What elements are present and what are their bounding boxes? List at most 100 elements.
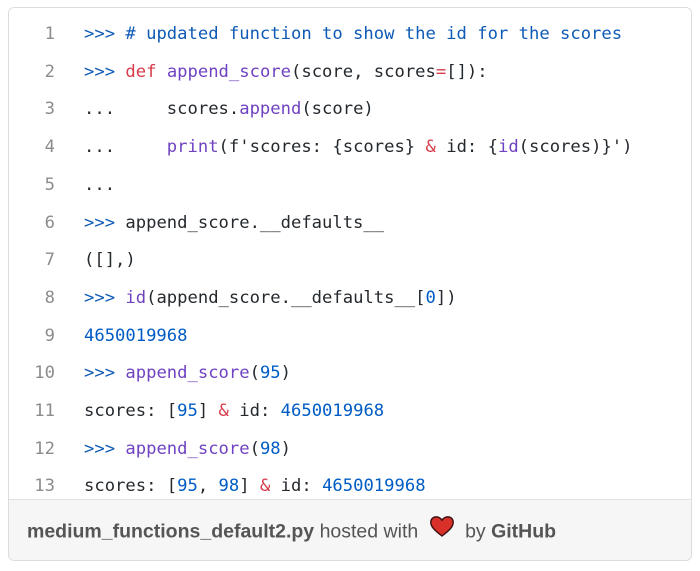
line-number: 9 [44,325,55,346]
line-number: 3 [44,99,55,120]
code-token: >>> [84,24,126,44]
code-token: (scores)}') [518,137,633,158]
heart-icon [429,500,454,560]
line-code: ... print(f'scores: {scores} & id: {id(s… [84,129,633,167]
code-line: 1 >>> # updated function to show the id f… [9,16,691,54]
code-token: 4650019968 [280,401,385,421]
code-token: print [166,137,219,158]
line-code: >>> # updated function to show the id fo… [84,16,622,54]
code-token: (f'scores: {scores} [218,137,426,158]
line-code: 4650019968 [84,318,187,356]
line-code: >>> id(append_score.__defaults__[0]) [84,280,457,318]
code-line: 3... scores.append(score) [9,91,691,129]
code-token: append_score [125,363,250,384]
code-token: def [125,61,157,82]
line-number: 6 [44,212,55,233]
code-line: 2 >>> def append_score(score, scores=[]): [9,54,691,92]
gist-embed: 1 >>> # updated function to show the id f… [8,7,692,561]
code-line: 5... [9,167,691,205]
code-token: >>> [84,212,126,233]
line-code: scores: [95] & id: 4650019968 [84,393,384,431]
code-token: id: [270,476,323,497]
code-token: id [497,137,519,158]
line-code: >>> append_score(98) [84,431,291,469]
code-token: >>> [84,61,126,82]
code-token: scores: [ [84,401,178,421]
gist-footer: medium_functions_default2.py hosted with… [9,499,691,560]
code-token: 95 [177,476,198,497]
code-token: ] [239,476,260,497]
line-number: 12 [34,438,55,459]
code-token: ... [84,174,116,195]
gist-meta: medium_functions_default2.py hosted with… [27,500,556,560]
code-line: 6 >>> append_score.__defaults__ [9,205,691,243]
code-token: append_score.__defaults__ [125,212,385,233]
code-token: (score) [301,99,374,120]
code-token: ) [280,363,292,384]
by-text: by [465,520,486,543]
line-number: 1 [44,24,55,44]
code-token: >>> [84,438,126,459]
code-token: ] [197,401,219,421]
code-token: append_score [125,438,250,459]
line-number: 8 [44,287,55,308]
code-block: 1 >>> # updated function to show the id f… [9,8,691,499]
line-code: ... [84,167,115,205]
code-token: ( [249,363,260,384]
line-code: >>> def append_score(score, scores=[]): [84,54,488,92]
code-token: 95 [259,363,281,384]
code-line: 10 >>> append_score(95) [9,355,691,393]
code-line: 11 scores: [95] & id: 4650019968 [9,393,691,431]
code-token: ([],) [84,250,136,271]
code-token: ... [84,137,167,158]
code-token: & [425,137,436,158]
code-token: 98 [259,438,281,459]
code-token: scores: [ [84,476,178,497]
line-number: 7 [44,250,55,271]
code-token: 95 [177,401,198,421]
code-token: append [239,99,302,120]
line-number: 2 [44,61,55,82]
code-token: (score, scores [291,61,436,82]
heart-icon-svg [429,516,454,537]
code-token: id: [228,401,281,421]
line-number: 5 [44,174,55,195]
code-token: # updated function to show the id for th… [125,24,623,44]
code-line: 9 4650019968 [9,318,691,356]
line-code: >>> append_score.__defaults__ [84,205,384,243]
code-token: & [218,401,229,421]
code-token: 98 [218,476,240,497]
code-token: (append_score.__defaults__[ [146,287,426,308]
code-line: 8 >>> id(append_score.__defaults__[0]) [9,280,691,318]
code-line: 12 >>> append_score(98) [9,431,691,469]
line-code: ([],) [84,242,136,280]
line-number: 4 [44,137,55,158]
code-token: ... [84,99,167,120]
code-token: 4650019968 [322,476,426,497]
code-token: id: { [435,137,498,158]
code-line: 7 ([],) [9,242,691,280]
code-token: scores. [166,99,240,120]
line-number: 11 [34,401,55,421]
code-line: 4... print(f'scores: {scores} & id: {id(… [9,129,691,167]
line-code: >>> append_score(95) [84,355,291,393]
line-number: 10 [34,363,55,384]
code-token: append_score [166,61,291,82]
code-token: id [125,287,147,308]
hosted-with-text: hosted with [319,520,419,543]
code-token: >>> [84,287,126,308]
code-token: ( [249,438,260,459]
line-code: ... scores.append(score) [84,91,374,129]
code-token: ]) [435,287,457,308]
code-token: & [259,476,271,497]
code-token: []): [446,61,488,82]
raw-file-link[interactable]: medium_functions_default2.py [27,521,314,543]
code-token: ) [280,438,292,459]
code-token: >>> [84,363,126,384]
code-token: 4650019968 [84,325,188,346]
github-link[interactable]: GitHub [491,521,556,543]
code-token: , [197,476,219,497]
code-token: 0 [425,287,436,308]
code-token: = [435,61,447,82]
